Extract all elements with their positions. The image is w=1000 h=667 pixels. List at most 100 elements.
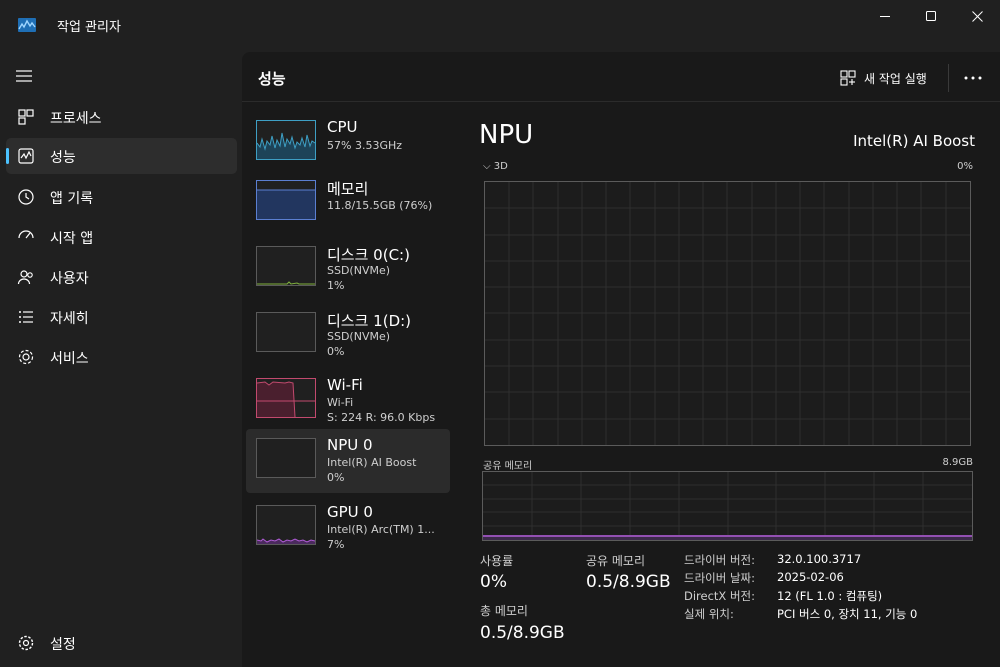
close-icon	[971, 10, 983, 22]
page-header: 성능 새 작업 실행	[242, 52, 1000, 102]
graph-3d-max: 0%	[957, 161, 973, 172]
device-title: NPU	[479, 120, 534, 150]
graph-3d-label[interactable]: ⌵ 3D	[483, 161, 508, 172]
users-icon	[17, 268, 35, 286]
app-history-icon	[17, 188, 35, 206]
device-name: 메모리	[327, 180, 369, 198]
window-title: 작업 관리자	[57, 20, 121, 35]
device-throughput: S: 224 R: 96.0 Kbps	[327, 411, 436, 424]
performance-icon	[17, 147, 35, 165]
device-cpu[interactable]: CPU 57% 3.53GHz	[246, 110, 450, 174]
shared-memory-graph-label: 공유 메모리	[483, 461, 533, 472]
npu-3d-graph	[484, 181, 971, 446]
nav-item-label: 사용자	[50, 271, 89, 287]
chevron-down-icon: ⌵	[483, 161, 491, 172]
minimize-icon	[879, 15, 890, 17]
device-npu-0[interactable]: NPU 0 Intel(R) AI Boost 0%	[246, 429, 450, 493]
shared-memory-graph-max: 8.9GB	[942, 457, 973, 468]
shared-memory-label: 공유 메모리	[586, 554, 646, 568]
run-task-icon	[840, 70, 856, 86]
wifi-thumbnail-graph	[256, 378, 316, 418]
device-memory[interactable]: 메모리 11.8/15.5GB (76%)	[246, 170, 450, 234]
memory-thumbnail-graph	[256, 180, 316, 220]
nav-item-label: 프로세스	[50, 111, 102, 127]
minimize-button[interactable]	[862, 0, 908, 32]
page-title: 성능	[258, 70, 286, 88]
task-manager-icon	[18, 17, 36, 32]
device-model: Intel(R) AI Boost	[853, 132, 975, 150]
run-new-task-button[interactable]: 새 작업 실행	[840, 68, 927, 88]
nav-item-settings[interactable]: 설정	[6, 625, 237, 661]
nav-item-users[interactable]: 사용자	[6, 259, 237, 295]
nav-item-startup-apps[interactable]: 시작 앱	[6, 219, 237, 255]
nav-item-label: 자세히	[50, 311, 89, 327]
device-wifi[interactable]: Wi-Fi Wi-Fi S: 224 R: 96.0 Kbps	[246, 368, 450, 432]
device-name: NPU 0	[327, 436, 373, 454]
npu-thumbnail-graph	[256, 438, 316, 478]
physical-location-value: PCI 버스 0, 장치 11, 기능 0	[777, 607, 918, 621]
device-name: Wi-Fi	[327, 376, 363, 394]
device-gpu-0[interactable]: GPU 0 Intel(R) Arc(TM) 1... 7%	[246, 499, 450, 563]
device-usage: 7%	[327, 538, 345, 551]
device-type: Wi-Fi	[327, 396, 354, 409]
title-bar: 작업 관리자	[0, 0, 1000, 52]
nav-item-processes[interactable]: 프로세스	[6, 99, 237, 135]
directx-version-value: 12 (FL 1.0 : 컴퓨팅)	[777, 589, 883, 603]
directx-version-label: DirectX 버전:	[684, 589, 756, 603]
nav-item-label: 앱 기록	[50, 191, 94, 207]
close-button[interactable]	[954, 0, 1000, 32]
physical-location-label: 실제 위치:	[684, 607, 734, 621]
startup-apps-icon	[17, 228, 35, 246]
device-name: GPU 0	[327, 503, 373, 521]
nav-item-performance[interactable]: 성능	[6, 138, 237, 174]
driver-version-value: 32.0.100.3717	[777, 552, 862, 566]
gear-icon	[17, 634, 35, 652]
navigation-pane: 프로세스 성능 앱 기록 시작 앱 사용자 자세히 서비스 설정	[0, 52, 242, 667]
device-disk-1[interactable]: 디스크 1(D:) SSD(NVMe) 0%	[246, 302, 450, 366]
device-type: SSD(NVMe)	[327, 264, 391, 277]
device-type: Intel(R) Arc(TM) 1...	[327, 523, 435, 536]
total-memory-label: 총 메모리	[480, 604, 528, 618]
more-icon	[964, 76, 982, 80]
shared-memory-chart	[483, 472, 972, 540]
device-name: 디스크 0(C:)	[327, 246, 410, 264]
selection-indicator	[6, 148, 9, 164]
services-icon	[17, 348, 35, 366]
maximize-button[interactable]	[908, 0, 954, 32]
maximize-icon	[925, 10, 936, 21]
gpu-thumbnail-graph	[256, 505, 316, 545]
device-type: SSD(NVMe)	[327, 330, 391, 343]
disk-0-thumbnail-graph	[256, 246, 316, 286]
shared-memory-graph	[482, 471, 973, 541]
nav-item-services[interactable]: 서비스	[6, 339, 237, 375]
hamburger-menu-icon[interactable]	[16, 68, 34, 82]
disk-1-thumbnail-graph	[256, 312, 316, 352]
device-name: 디스크 1(D:)	[327, 312, 412, 330]
processes-icon	[17, 108, 35, 126]
total-memory-value: 0.5/8.9GB	[480, 623, 565, 643]
device-usage: 1%	[327, 279, 345, 292]
device-detail: 11.8/15.5GB (76%)	[327, 199, 433, 212]
driver-date-value: 2025-02-06	[777, 570, 844, 584]
usage-label: 사용률	[480, 554, 514, 568]
device-usage: 0%	[327, 471, 345, 484]
nav-item-app-history[interactable]: 앱 기록	[6, 179, 237, 215]
device-detail: 57% 3.53GHz	[327, 139, 403, 152]
details-icon	[17, 308, 35, 326]
nav-item-label: 서비스	[50, 351, 89, 367]
npu-3d-grid	[485, 182, 970, 445]
nav-item-label: 시작 앱	[50, 231, 94, 247]
device-type: Intel(R) AI Boost	[327, 456, 417, 469]
driver-version-label: 드라이버 버전:	[684, 553, 756, 567]
nav-item-details[interactable]: 자세히	[6, 299, 237, 335]
usage-value: 0%	[480, 572, 507, 592]
driver-date-label: 드라이버 날짜:	[684, 571, 756, 585]
more-options-button[interactable]	[960, 66, 986, 90]
main-content: 성능 새 작업 실행 CPU 57% 3.53GHz 메모리 11.8/15.5…	[242, 52, 1000, 667]
shared-memory-value: 0.5/8.9GB	[586, 572, 671, 592]
run-task-label: 새 작업 실행	[864, 71, 927, 86]
device-disk-0[interactable]: 디스크 0(C:) SSD(NVMe) 1%	[246, 236, 450, 300]
device-usage: 0%	[327, 345, 345, 358]
device-name: CPU	[327, 118, 358, 136]
nav-item-label: 성능	[50, 150, 76, 166]
